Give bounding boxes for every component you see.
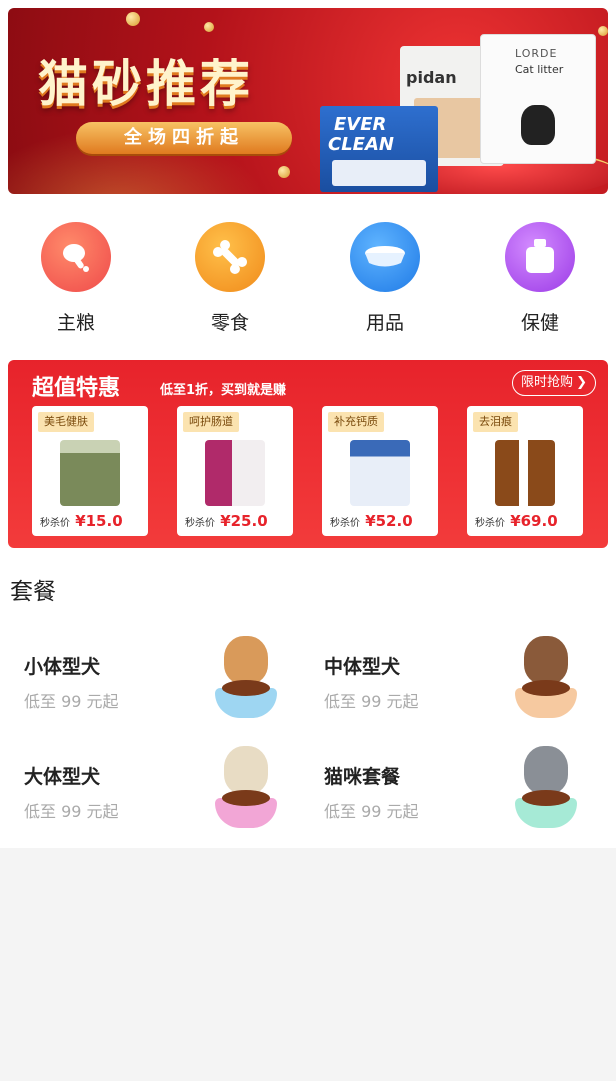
category-label: 用品 (365, 312, 404, 334)
coin-decoration (598, 26, 608, 36)
weight-icon (505, 222, 575, 292)
price-label: 秒杀价 (40, 518, 70, 529)
deal-card[interactable]: 去泪痕 秒杀价 ¥69.0 (467, 406, 583, 536)
category-label: 主粮 (56, 312, 95, 334)
packages-title: 套餐 (10, 579, 56, 605)
deal-tag: 去泪痕 (473, 412, 518, 432)
package-name: 中体型犬 (324, 656, 401, 678)
calcium-tub-image (350, 440, 410, 506)
everclean-litter-box: EVER CLEAN (320, 106, 438, 192)
deal-price: 秒杀价 ¥15.0 (40, 512, 123, 530)
package-name: 大体型犬 (24, 766, 101, 788)
package-name: 小体型犬 (24, 656, 101, 678)
deal-price: 秒杀价 ¥25.0 (185, 512, 268, 530)
package-price: 低至 99 元起 (24, 802, 119, 821)
supplement-jar-image (60, 440, 120, 506)
promo-banner[interactable]: 猫砂推荐 全场四折起 pidan LORDE Cat litter EVER C… (8, 8, 608, 194)
food-kibble-image (522, 790, 570, 806)
page: 猫砂推荐 全场四折起 pidan LORDE Cat litter EVER C… (0, 0, 616, 848)
deal-card[interactable]: 补充钙质 秒杀价 ¥52.0 (322, 406, 438, 536)
deal-tag: 美毛健肤 (38, 412, 94, 432)
flash-sale-button[interactable]: 限时抢购 ❯ (511, 370, 596, 396)
food-kibble-image (222, 680, 270, 696)
pidan-brand: pidan (406, 68, 457, 87)
bowl-icon (350, 222, 420, 292)
package-item[interactable]: 中体型犬 低至 99 元起 (310, 630, 590, 730)
package-name: 猫咪套餐 (324, 766, 401, 788)
drumstick-icon (41, 222, 111, 292)
deal-tag: 呵护肠道 (183, 412, 239, 432)
food-kibble-image (222, 790, 270, 806)
tear-stain-bottles-image (495, 440, 555, 506)
medium-dog-image (524, 636, 568, 684)
price-value: ¥15.0 (75, 512, 123, 530)
price-value: ¥52.0 (365, 512, 413, 530)
package-price: 低至 99 元起 (324, 692, 419, 711)
package-item[interactable]: 大体型犬 低至 99 元起 (10, 740, 290, 840)
probiotic-box-image (205, 440, 265, 506)
deal-card[interactable]: 美毛健肤 秒杀价 ¥15.0 (32, 406, 148, 536)
banner-subtitle: 全场四折起 (76, 122, 292, 154)
deal-card[interactable]: 呵护肠道 秒杀价 ¥25.0 (177, 406, 293, 536)
package-price: 低至 99 元起 (324, 802, 419, 821)
category-label: 零食 (210, 312, 249, 334)
package-item[interactable]: 猫咪套餐 低至 99 元起 (310, 740, 590, 840)
deal-subtitle: 低至1折，买到就是赚 (160, 383, 287, 398)
flash-deal-panel: 超值特惠 低至1折，买到就是赚 限时抢购 ❯ 美毛健肤 秒杀价 ¥15.0 呵护… (8, 360, 608, 548)
bone-icon (195, 222, 265, 292)
price-label: 秒杀价 (185, 518, 215, 529)
everclean-brand-line1: EVER (334, 114, 387, 135)
deal-price: 秒杀价 ¥52.0 (330, 512, 413, 530)
category-nav: 主粮 零食 用品 保健 (0, 220, 616, 350)
package-item[interactable]: 小体型犬 低至 99 元起 (10, 630, 290, 730)
small-dog-image (224, 636, 268, 684)
price-label: 秒杀价 (330, 518, 360, 529)
chevron-right-icon: ❯ (576, 375, 587, 390)
price-value: ¥25.0 (220, 512, 268, 530)
large-dog-image (224, 746, 268, 794)
cat-image (524, 746, 568, 794)
category-label: 保健 (520, 312, 559, 334)
category-health[interactable]: 保健 (485, 220, 595, 335)
cat-photo (332, 160, 426, 186)
lorde-litter-bag: LORDE Cat litter (480, 34, 596, 164)
category-supplies[interactable]: 用品 (330, 220, 440, 335)
lorde-brand: LORDE (515, 47, 558, 60)
food-kibble-image (522, 680, 570, 696)
lorde-subtitle: Cat litter (515, 63, 564, 76)
deal-price: 秒杀价 ¥69.0 (475, 512, 558, 530)
banner-title: 猫砂推荐 (38, 55, 254, 113)
price-value: ¥69.0 (510, 512, 558, 530)
coin-decoration (278, 166, 290, 178)
category-snacks[interactable]: 零食 (175, 220, 285, 335)
package-price: 低至 99 元起 (24, 692, 119, 711)
deal-tag: 补充钙质 (328, 412, 384, 432)
category-staple-food[interactable]: 主粮 (21, 220, 131, 335)
coin-decoration (204, 22, 214, 32)
price-label: 秒杀价 (475, 518, 505, 529)
deal-title: 超值特惠 (32, 376, 121, 401)
flash-sale-label: 限时抢购 (520, 375, 573, 390)
coin-decoration (126, 12, 140, 26)
everclean-brand-line2: CLEAN (328, 134, 394, 155)
cat-silhouette-icon (521, 105, 555, 145)
